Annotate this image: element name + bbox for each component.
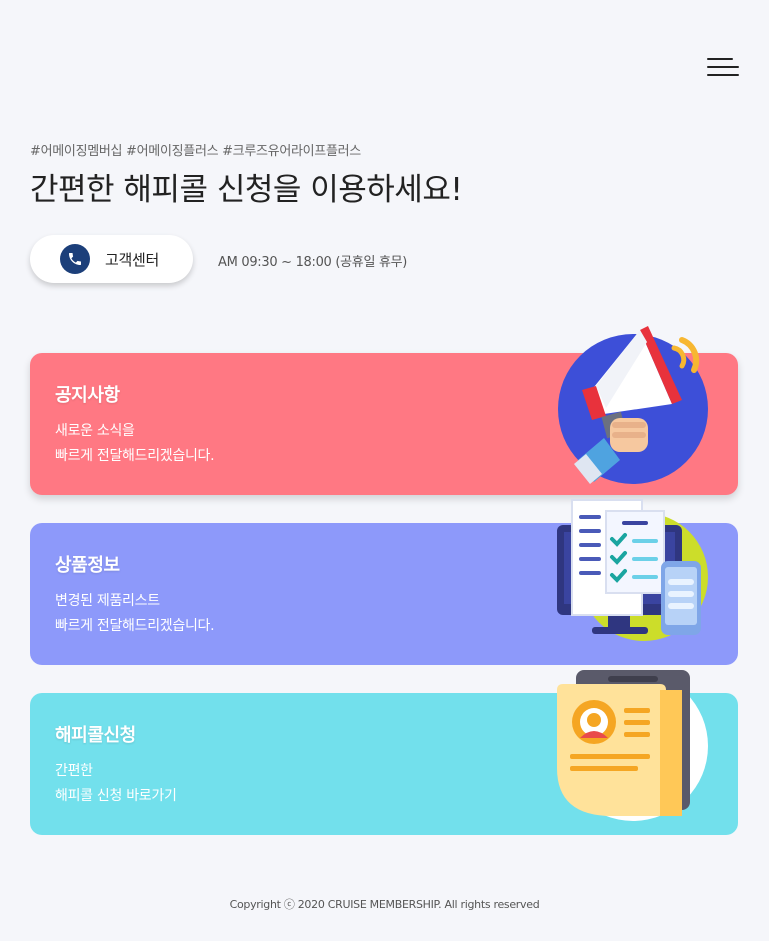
customer-center-button[interactable]: 고객센터 [30,235,193,283]
card-desc-line: 변경된 제품리스트 [55,593,160,609]
card-desc-line: 해피콜 신청 바로가기 [55,788,177,804]
customer-center-label: 고객센터 [105,250,160,269]
card-description: 새로운 소식을 빠르게 전달해드리겠습니다. [55,419,215,469]
profile-document-icon [557,670,708,821]
menu-line [707,58,733,60]
hashtags: #어메이징멤버십 #어메이징플러스 #크루즈유어라이프플러스 [30,144,361,159]
card-desc-line: 빠르게 전달해드리겠습니다. [55,618,215,634]
menu-line [707,74,739,76]
footer-copyright: Copyright ⓒ 2020 CRUISE MEMBERSHIP. All … [229,898,540,911]
card-title: 해피콜신청 [55,725,136,746]
card-desc-line: 새로운 소식을 [55,423,135,439]
card-desc-line: 간편한 [55,763,93,779]
phone-icon [60,244,90,274]
card-description: 간편한 해피콜 신청 바로가기 [55,759,177,809]
card-title: 공지사항 [55,385,120,406]
product-list-monitor-icon [557,499,708,641]
card-description: 변경된 제품리스트 빠르게 전달해드리겠습니다. [55,589,215,639]
business-hours: AM 09:30 ~ 18:00 (공휴일 휴무) [218,255,408,270]
card-title: 상품정보 [55,555,120,576]
card-desc-line: 빠르게 전달해드리겠습니다. [55,448,215,464]
megaphone-icon [558,326,708,484]
hamburger-menu-icon[interactable] [707,57,739,79]
menu-line [707,66,739,68]
page-headline: 간편한 해피콜 신청을 이용하세요! [30,172,463,208]
